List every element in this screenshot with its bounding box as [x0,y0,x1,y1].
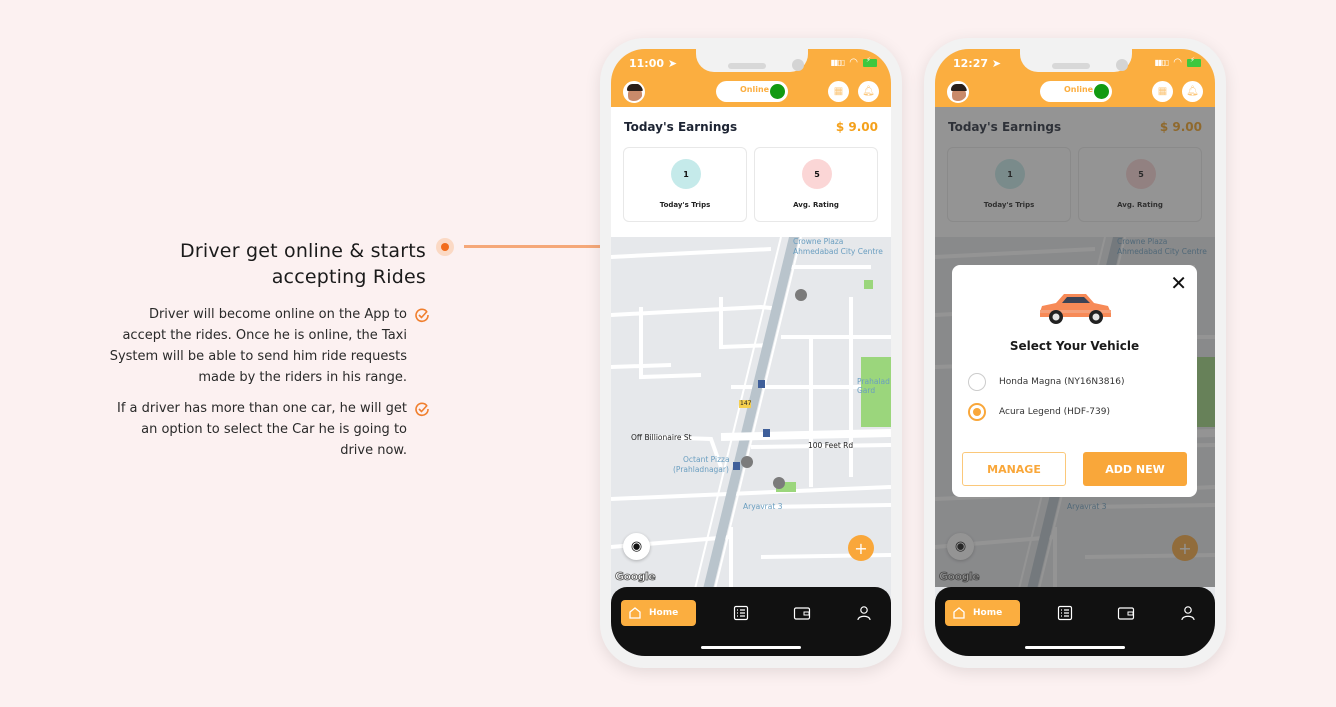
bottom-nav: Home [935,587,1215,656]
map-roads [611,237,891,589]
online-toggle[interactable]: Online [716,81,788,102]
avatar[interactable] [623,81,645,103]
home-icon [629,607,641,619]
online-toggle[interactable]: Online [1040,81,1112,102]
close-button[interactable]: ✕ [1170,273,1187,293]
car-icon [1040,294,1111,324]
wifi-icon: ◠ [1173,57,1182,68]
notification-button[interactable]: 🔔︎ [858,81,879,102]
rating-card[interactable]: 5 Avg. Rating [754,147,878,222]
google-logo: Google [615,570,657,584]
nav-wallet[interactable] [1115,602,1137,624]
plus-icon: + [854,538,868,558]
camera [792,59,804,71]
earnings-title: Today's Earnings [624,120,738,134]
speaker [728,63,766,69]
nav-trips[interactable] [1054,602,1076,624]
trips-count: 1 [671,159,701,189]
wallet-icon [793,607,811,620]
nav-profile[interactable] [1177,602,1199,624]
add-button[interactable]: + [848,535,874,561]
phone-screen: 11:00 ➤ ▮▮▯▯ ◠ Online ▦ 🔔︎ Today's Earni… [611,49,891,656]
vehicle-option[interactable]: Honda Magna (NY16N3816) [968,373,1124,391]
location-arrow-icon: ➤ [667,57,678,70]
bell-icon: 🔔︎ [1186,86,1199,97]
home-indicator [701,646,801,649]
earnings-amount: $ 9.00 [835,120,878,134]
speaker [1052,63,1090,69]
bell-icon: 🔔︎ [862,86,875,97]
battery-icon [863,56,877,67]
rating-value: 5 [802,159,832,189]
wifi-icon: ◠ [849,57,858,68]
restaurant-marker [741,456,753,468]
feature-title: Driver get online & starts accepting Rid… [180,240,426,288]
checklist-icon [733,605,749,621]
nav-trips[interactable] [730,602,752,624]
nav-home[interactable]: Home [621,600,696,626]
select-vehicle-dialog: ✕ Select Your Vehicle Honda Magna (NY16N… [952,265,1197,497]
close-icon: ✕ [1170,271,1187,295]
checklist-icon [1057,605,1073,621]
phone-screen: 12:27 ➤ ▮▮▯▯ ◠ Online ▦ 🔔︎ Today's Earni… [935,49,1215,656]
vehicle-option[interactable]: Acura Legend (HDF-739) [968,403,1110,421]
location-arrow-icon: ➤ [991,57,1002,70]
crosshair-icon: ◉ [630,539,643,554]
timeline-dot [436,238,454,256]
signal-icon: ▮▮▯▯ [830,58,846,67]
radio-selected[interactable] [968,403,986,421]
camera [1116,59,1128,71]
radio-unselected[interactable] [968,373,986,391]
profile-icon [857,606,871,621]
bottom-nav: Home [611,587,891,656]
wallet-icon [1117,607,1135,620]
status-time: 12:27 ➤ [953,57,1002,70]
map-view[interactable]: Crowne Plaza Ahmedabad City Centre Praha… [611,237,891,589]
battery-icon [1187,56,1201,67]
home-icon [953,607,965,619]
toggle-knob [770,84,785,99]
poi-marker [795,289,807,301]
feature-bullet: Driver will become online on the App to … [100,304,430,388]
calendar-button[interactable]: ▦ [1152,81,1173,102]
signal-icon: ▮▮▯▯ [1154,58,1170,67]
feature-bullet: If a driver has more than one car, he wi… [100,398,430,461]
phone-mockup-home: 11:00 ➤ ▮▮▯▯ ◠ Online ▦ 🔔︎ Today's Earni… [600,38,902,668]
check-circle-icon [415,402,429,417]
add-new-button[interactable]: ADD NEW [1083,452,1187,486]
check-circle-icon [415,308,429,323]
connector-line [464,245,602,248]
notification-button[interactable]: 🔔︎ [1182,81,1203,102]
trips-card[interactable]: 1 Today's Trips [623,147,747,222]
locate-me-button[interactable]: ◉ [623,533,650,560]
status-icons: ▮▮▯▯ ◠ [1154,56,1201,68]
nav-home[interactable]: Home [945,600,1020,626]
calendar-icon: ▦ [833,86,844,97]
status-icons: ▮▮▯▯ ◠ [830,56,877,68]
place-marker [773,477,785,489]
avatar[interactable] [947,81,969,103]
calendar-button[interactable]: ▦ [828,81,849,102]
calendar-icon: ▦ [1157,86,1168,97]
dialog-title: Select Your Vehicle [1009,339,1140,353]
phone-mockup-select-vehicle: 12:27 ➤ ▮▮▯▯ ◠ Online ▦ 🔔︎ Today's Earni… [924,38,1226,668]
nav-profile[interactable] [853,602,875,624]
home-indicator [1025,646,1125,649]
earnings-panel: Today's Earnings $ 9.00 1 Today's Trips … [611,107,891,237]
status-time: 11:00 ➤ [629,57,678,70]
manage-button[interactable]: MANAGE [962,452,1066,486]
nav-wallet[interactable] [791,602,813,624]
profile-icon [1181,606,1195,621]
toggle-knob [1094,84,1109,99]
